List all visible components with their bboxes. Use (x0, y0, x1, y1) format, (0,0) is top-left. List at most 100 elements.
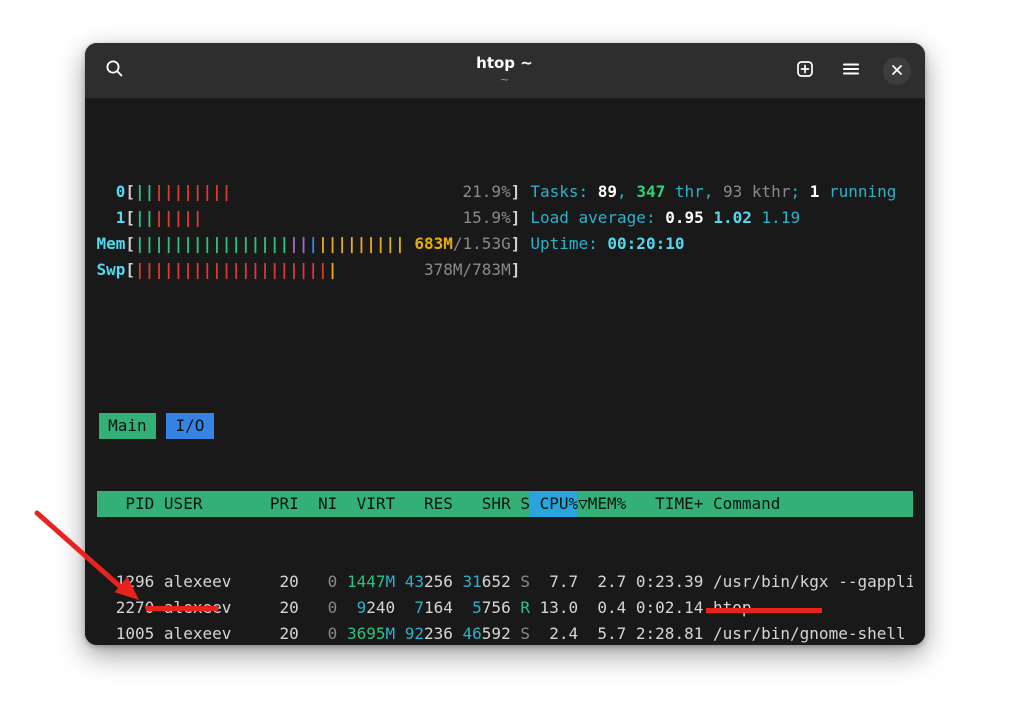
header-shr[interactable]: SHR (453, 491, 511, 517)
bracket: [ (125, 208, 135, 227)
search-button[interactable] (101, 57, 129, 85)
header-user[interactable]: USER (154, 491, 250, 517)
text-run: 236 (424, 624, 453, 643)
close-button[interactable] (883, 57, 911, 85)
cell-virt: 1447M (337, 569, 395, 595)
cell-s: S (511, 621, 530, 645)
bracket: [ (125, 260, 135, 279)
cell-shr: 5756 (453, 595, 511, 621)
window-subtitle: ~ (500, 74, 509, 86)
new-tab-button[interactable] (791, 57, 819, 85)
text-run: S (520, 572, 530, 591)
text-run: 652 (482, 572, 511, 591)
cell-mem: 0.4 (578, 595, 626, 621)
text-run: , (617, 182, 636, 201)
text-run: /usr/bin/kgx --gapplicat (713, 572, 913, 591)
text-run: 592 (482, 624, 511, 643)
text-run: 3695 (347, 624, 386, 643)
cell-user: alexeev (154, 621, 250, 645)
cell-res: 92236 (395, 621, 453, 645)
cell-time: 2:28.81 (626, 621, 703, 645)
cell-virt: 3695M (337, 621, 395, 645)
text-run: alexeev (164, 598, 231, 617)
cell-virt: 9240 (337, 595, 395, 621)
cell-res: 7164 (395, 595, 453, 621)
header-ni[interactable]: NI (299, 491, 338, 517)
text-run: 2.4 (549, 624, 578, 643)
tab-io[interactable]: I/O (166, 413, 214, 439)
cell-cpu: 7.7 (530, 569, 578, 595)
tab-main[interactable]: Main (99, 413, 157, 439)
new-tab-icon (795, 59, 815, 83)
header-s[interactable]: S (511, 491, 530, 517)
text-run: /1.53G (453, 234, 511, 253)
text-run: 89 (598, 182, 617, 201)
text-run: 756 (482, 598, 511, 617)
cell-pri: 20 (251, 595, 299, 621)
header-time[interactable]: TIME+ (626, 491, 703, 517)
header-mem[interactable]: ▽MEM% (578, 491, 626, 517)
cpu-meter-0-value: 21.9% (463, 179, 511, 205)
cell-shr: 31652 (453, 569, 511, 595)
cell-cmd: htop (703, 595, 912, 621)
cell-cmd: /usr/bin/kgx --gapplicat (703, 569, 912, 595)
cpu-meter-1-value: 15.9% (463, 205, 511, 231)
text-run: 2:28.81 (636, 624, 703, 643)
text-run: R (520, 598, 530, 617)
hamburger-icon (842, 60, 860, 82)
text-run: 0.4 (597, 598, 626, 617)
bracket: [ (125, 234, 135, 253)
meter-bar-group: ||||| (154, 208, 202, 227)
text-run: Tasks: (530, 182, 597, 201)
header-cmd[interactable]: Command (703, 491, 912, 517)
cell-s: R (511, 595, 530, 621)
meter-bar-group: || (135, 182, 154, 201)
meter-bar-group: |||||||||||||||||||| (135, 260, 328, 279)
cell-time: 0:23.39 (626, 569, 703, 595)
text-run: 9 (357, 598, 367, 617)
text-run: 31 (463, 572, 482, 591)
close-icon (891, 61, 903, 80)
bracket: [ (125, 182, 135, 201)
text-run: 93 kthr (723, 182, 790, 201)
text-run: 43 (405, 572, 424, 591)
cell-cmd: /usr/bin/gnome-shell (703, 621, 912, 645)
text-run: /usr/bin/gnome-shell (713, 624, 906, 643)
header-pid[interactable]: PID (97, 491, 155, 517)
menu-button[interactable] (837, 57, 865, 85)
tasks-summary: Tasks: 89, 347 thr, 93 kthr; 1 running (530, 179, 896, 205)
titlebar: htop ~ ~ (85, 43, 925, 99)
bracket: ] (511, 182, 521, 201)
table-row-1005[interactable]: 1005alexeev2003695M9223646592S2.45.72:28… (97, 621, 913, 645)
process-table: 1296alexeev2001447M4325631652S7.72.70:23… (97, 569, 913, 645)
text-run: 1 (810, 182, 820, 201)
text-run: 5.7 (597, 624, 626, 643)
cell-cpu: 2.4 (530, 621, 578, 645)
text-run: 240 (366, 598, 395, 617)
terminal: 0[||||||||||21.9%]1[|||||||15.9%]Mem[|||… (85, 99, 925, 645)
swap-meter: Swp[|||||||||||||||||||||378M/783M] (97, 257, 521, 283)
cell-shr: 46592 (453, 621, 511, 645)
text-run: 21.9% (463, 182, 511, 201)
text-run: 0.95 (665, 208, 713, 227)
cpu-meter-0-label: 0 (97, 179, 126, 205)
table-row-2270[interactable]: 2270alexeev200924071645756R13.00.40:02.1… (97, 595, 913, 621)
header-virt[interactable]: VIRT (337, 491, 395, 517)
text-run: 7.7 (549, 572, 578, 591)
text-run: 20 (280, 624, 299, 643)
bracket: ] (511, 234, 521, 253)
text-run: 378M/783M (424, 260, 511, 279)
header-res[interactable]: RES (395, 491, 453, 517)
header-cpu[interactable]: CPU% (530, 491, 578, 517)
cell-ni: 0 (299, 595, 338, 621)
table-header: PIDUSERPRINIVIRTRESSHRSCPU%▽MEM%TIME+Com… (97, 491, 913, 517)
cell-mem: 2.7 (578, 569, 626, 595)
table-row-1296[interactable]: 1296alexeev2001447M4325631652S7.72.70:23… (97, 569, 913, 595)
text-run: 15.9% (463, 208, 511, 227)
text-run: 7 (414, 598, 424, 617)
header-pri[interactable]: PRI (251, 491, 299, 517)
text-run: alexeev (164, 624, 231, 643)
cell-pid: 1005 (97, 621, 155, 645)
text-run: thr (665, 182, 704, 201)
meter-bars: |||||||||||||||||||||||||||| (135, 231, 405, 257)
